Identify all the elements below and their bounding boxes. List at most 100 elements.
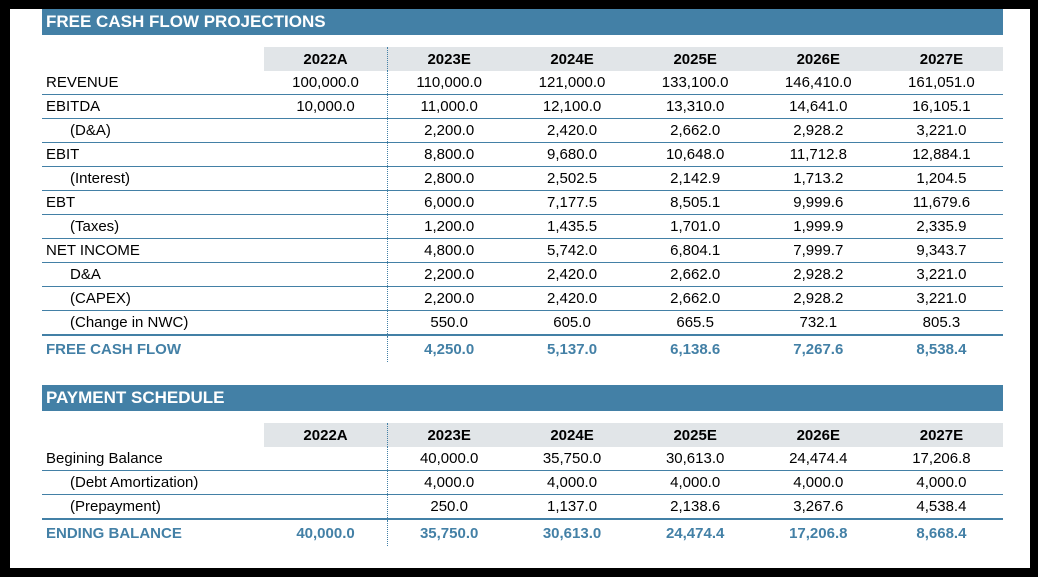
cell-value[interactable]: 146,410.0 [756, 71, 880, 95]
cell-value[interactable]: 2,662.0 [633, 118, 757, 143]
cell-value[interactable]: 13,310.0 [633, 94, 757, 119]
cell-value[interactable]: 1,200.0 [387, 214, 511, 239]
row-label[interactable]: EBT [42, 190, 265, 215]
cell-value[interactable]: 40,000.0 [387, 447, 511, 471]
row-label[interactable]: (Taxes) [42, 214, 265, 239]
row-label[interactable]: NET INCOME [42, 238, 265, 263]
cell-value[interactable]: 2,200.0 [387, 262, 511, 287]
cell-value[interactable]: 35,750.0 [510, 447, 634, 471]
total-value[interactable]: 8,538.4 [880, 335, 1003, 362]
cell-value[interactable]: 2,200.0 [387, 286, 511, 311]
column-header[interactable]: 2027E [879, 423, 1003, 447]
cell-value[interactable] [264, 286, 388, 311]
cell-value[interactable]: 2,662.0 [633, 262, 757, 287]
cell-value[interactable]: 11,712.8 [756, 142, 880, 167]
row-label[interactable]: (Interest) [42, 166, 265, 191]
cell-value[interactable]: 121,000.0 [510, 71, 634, 95]
column-header[interactable]: 2023E [387, 423, 511, 447]
cell-value[interactable]: 3,221.0 [879, 262, 1003, 287]
column-header[interactable]: 2024E [510, 47, 634, 71]
cell-value[interactable]: 4,000.0 [510, 470, 634, 495]
cell-value[interactable]: 9,343.7 [879, 238, 1003, 263]
cell-value[interactable]: 1,435.5 [510, 214, 634, 239]
cell-value[interactable]: 9,999.6 [756, 190, 880, 215]
total-value[interactable]: 6,138.6 [634, 335, 757, 362]
cell-value[interactable]: 805.3 [879, 310, 1003, 336]
cell-value[interactable]: 6,804.1 [633, 238, 757, 263]
cell-value[interactable]: 11,000.0 [387, 94, 511, 119]
cell-value[interactable]: 1,713.2 [756, 166, 880, 191]
cell-value[interactable]: 110,000.0 [387, 71, 511, 95]
cell-value[interactable]: 4,000.0 [756, 470, 880, 495]
cell-value[interactable]: 1,204.5 [879, 166, 1003, 191]
cell-value[interactable]: 3,221.0 [879, 286, 1003, 311]
row-label[interactable]: EBIT [42, 142, 265, 167]
cell-value[interactable]: 4,800.0 [387, 238, 511, 263]
cell-value[interactable]: 550.0 [387, 310, 511, 336]
row-label[interactable]: (CAPEX) [42, 286, 265, 311]
cell-value[interactable]: 100,000.0 [264, 71, 388, 95]
cell-value[interactable]: 17,206.8 [879, 447, 1003, 471]
cell-value[interactable]: 2,420.0 [510, 286, 634, 311]
total-value[interactable]: 30,613.0 [510, 519, 633, 546]
total-label[interactable]: ENDING BALANCE [42, 519, 264, 546]
total-value[interactable]: 24,474.4 [634, 519, 757, 546]
row-label[interactable]: EBITDA [42, 94, 265, 119]
total-value[interactable] [264, 335, 388, 362]
cell-value[interactable]: 14,641.0 [756, 94, 880, 119]
row-label[interactable]: Begining Balance [42, 447, 265, 471]
row-label[interactable]: REVENUE [42, 71, 265, 95]
column-header[interactable]: 2022A [264, 47, 388, 71]
column-header[interactable]: 2023E [387, 47, 511, 71]
cell-value[interactable] [264, 310, 388, 336]
row-label[interactable]: (D&A) [42, 118, 265, 143]
cell-value[interactable] [264, 494, 388, 520]
total-value[interactable]: 5,137.0 [510, 335, 633, 362]
cell-value[interactable]: 1,701.0 [633, 214, 757, 239]
cell-value[interactable] [264, 447, 388, 471]
cell-value[interactable]: 665.5 [633, 310, 757, 336]
total-value[interactable]: 40,000.0 [264, 519, 388, 546]
cell-value[interactable]: 2,928.2 [756, 262, 880, 287]
total-value[interactable]: 4,250.0 [387, 335, 510, 362]
cell-value[interactable]: 24,474.4 [756, 447, 880, 471]
cell-value[interactable]: 250.0 [387, 494, 511, 520]
cell-value[interactable]: 8,505.1 [633, 190, 757, 215]
cell-value[interactable] [264, 142, 388, 167]
cell-value[interactable]: 8,800.0 [387, 142, 511, 167]
cell-value[interactable]: 7,999.7 [756, 238, 880, 263]
column-header[interactable]: 2024E [510, 423, 634, 447]
cell-value[interactable]: 3,221.0 [879, 118, 1003, 143]
cell-value[interactable] [264, 166, 388, 191]
cell-value[interactable]: 4,000.0 [633, 470, 757, 495]
cell-value[interactable]: 6,000.0 [387, 190, 511, 215]
cell-value[interactable]: 2,138.6 [633, 494, 757, 520]
cell-value[interactable]: 2,200.0 [387, 118, 511, 143]
column-header[interactable]: 2025E [633, 423, 757, 447]
row-label[interactable]: (Prepayment) [42, 494, 265, 520]
column-header[interactable]: 2026E [756, 47, 880, 71]
cell-value[interactable]: 732.1 [756, 310, 880, 336]
cell-value[interactable] [264, 190, 388, 215]
cell-value[interactable]: 9,680.0 [510, 142, 634, 167]
cell-value[interactable]: 4,000.0 [879, 470, 1003, 495]
cell-value[interactable]: 605.0 [510, 310, 634, 336]
cell-value[interactable]: 7,177.5 [510, 190, 634, 215]
cell-value[interactable]: 10,648.0 [633, 142, 757, 167]
cell-value[interactable]: 10,000.0 [264, 94, 388, 119]
cell-value[interactable]: 4,000.0 [387, 470, 511, 495]
total-value[interactable]: 7,267.6 [757, 335, 880, 362]
cell-value[interactable]: 3,267.6 [756, 494, 880, 520]
total-label[interactable]: FREE CASH FLOW [42, 335, 264, 362]
cell-value[interactable]: 161,051.0 [879, 71, 1003, 95]
cell-value[interactable]: 2,420.0 [510, 262, 634, 287]
cell-value[interactable] [264, 470, 388, 495]
cell-value[interactable] [264, 118, 388, 143]
cell-value[interactable] [264, 214, 388, 239]
column-header[interactable]: 2027E [879, 47, 1003, 71]
cell-value[interactable]: 12,100.0 [510, 94, 634, 119]
cell-value[interactable]: 2,502.5 [510, 166, 634, 191]
cell-value[interactable]: 5,742.0 [510, 238, 634, 263]
cell-value[interactable]: 1,137.0 [510, 494, 634, 520]
cell-value[interactable]: 2,142.9 [633, 166, 757, 191]
